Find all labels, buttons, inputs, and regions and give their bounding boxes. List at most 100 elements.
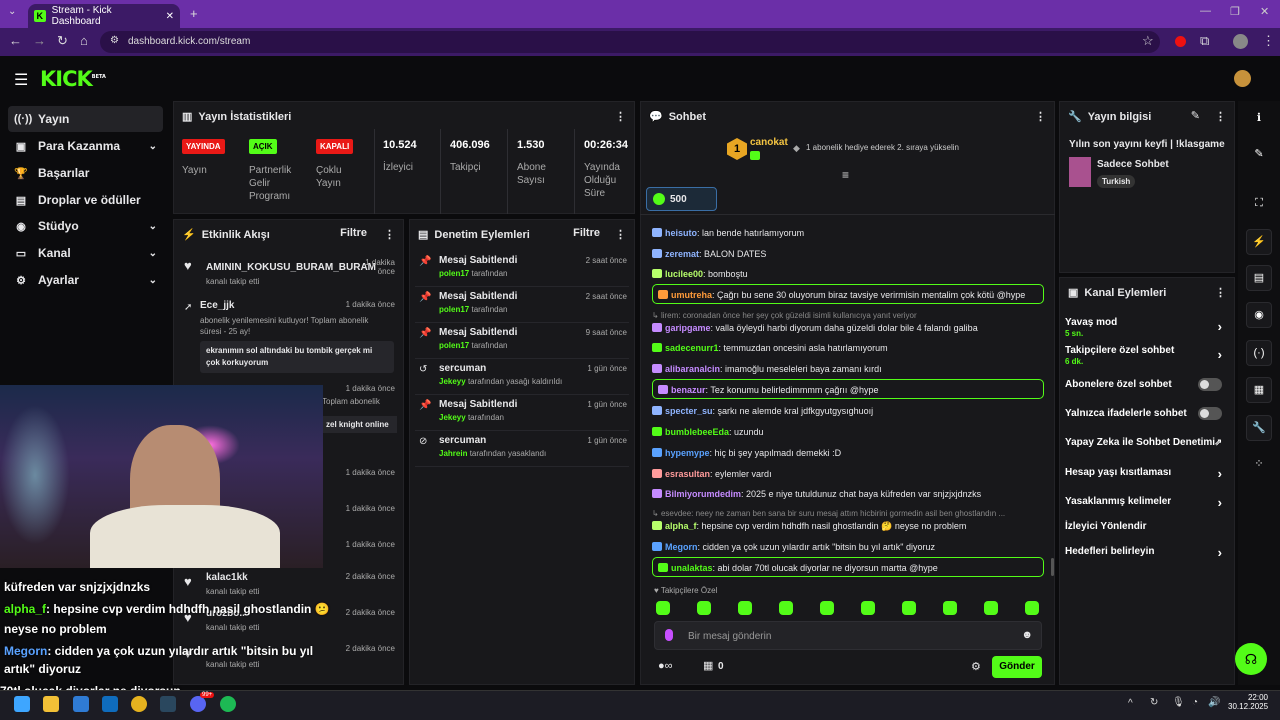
chat-username[interactable]: alpha_f <box>665 521 697 531</box>
chat-username[interactable]: sadecenurr1 <box>665 343 719 353</box>
bookmark-star-icon[interactable]: ☆ <box>1142 34 1154 48</box>
chat-username[interactable]: Megorn <box>665 542 698 552</box>
emote-icon[interactable] <box>820 601 834 615</box>
info-icon[interactable]: ℹ <box>1246 106 1272 132</box>
fullscreen-icon[interactable]: ⛶ <box>1246 191 1272 217</box>
expand-pinned-icon[interactable]: ≡ <box>842 168 849 182</box>
filter-button[interactable]: Filtre <box>340 227 367 239</box>
microphone-icon[interactable] <box>665 629 673 641</box>
channel-action-item[interactable]: Abonelere özel sohbet <box>1065 378 1230 391</box>
document-icon[interactable]: ▤ <box>1246 265 1272 291</box>
browser-tab[interactable]: K Stream - Kick Dashboard ✕ <box>28 4 180 28</box>
mod-user[interactable]: polen17 <box>439 305 469 314</box>
emote-icon[interactable] <box>861 601 875 615</box>
more-options-icon[interactable]: ⋮ <box>1215 286 1226 299</box>
edit-pencil-icon[interactable]: ✎ <box>1246 142 1272 168</box>
sync-icon[interactable]: ↻ <box>1150 697 1158 708</box>
emote-icon[interactable] <box>902 601 916 615</box>
chat-scrollbar[interactable] <box>1051 558 1054 576</box>
chat-username[interactable]: lucilee00 <box>665 269 703 279</box>
stream-category[interactable]: Sadece Sohbet <box>1097 159 1169 170</box>
category-thumbnail[interactable] <box>1069 157 1091 187</box>
volume-icon[interactable]: 🔊 <box>1208 697 1220 708</box>
more-options-icon[interactable]: ⋮ <box>384 228 395 241</box>
clock[interactable]: 22:00 30.12.2025 <box>1228 693 1268 711</box>
layout-icon[interactable]: ▦ <box>1246 377 1272 403</box>
channel-action-item[interactable]: Hesap yaşı kısıtlaması › <box>1065 466 1230 481</box>
emote-icon[interactable] <box>697 601 711 615</box>
tab-search-icon[interactable]: ⌄ <box>8 6 16 17</box>
toggle-switch[interactable] <box>1198 407 1222 420</box>
channel-action-item[interactable]: Yasaklanmış kelimeler › <box>1065 495 1230 510</box>
emote-icon[interactable] <box>943 601 957 615</box>
tray-chevron-icon[interactable]: ^ <box>1128 698 1133 709</box>
add-widget-icon[interactable]: ⁘ <box>1246 452 1272 478</box>
edit-pencil-icon[interactable]: ✎ <box>1191 109 1200 122</box>
filter-button[interactable]: Filtre <box>573 227 600 239</box>
wifi-icon[interactable]: ◔ <box>1192 697 1198 708</box>
emote-icon[interactable] <box>1025 601 1039 615</box>
minimize-icon[interactable]: — <box>1200 5 1211 17</box>
spotify-icon[interactable] <box>220 696 236 712</box>
more-options-icon[interactable]: ⋮ <box>615 228 626 241</box>
url-field[interactable]: dashboard.kick.com/stream <box>100 31 1160 53</box>
bolt-icon[interactable]: ⚡ <box>1246 229 1272 255</box>
chat-username[interactable]: alibaranalcin <box>665 364 720 374</box>
chat-username[interactable]: bumblebeeEda <box>665 427 729 437</box>
channel-action-item[interactable]: Takipçilere özel sohbet 6 dk. › <box>1065 345 1230 366</box>
channel-action-item[interactable]: Hedefleri belirleyin › <box>1065 545 1230 560</box>
steam-icon[interactable] <box>160 696 176 712</box>
chrome-icon[interactable] <box>131 696 147 712</box>
sidebar-item-basarilar[interactable]: 🏆 Başarılar <box>8 160 163 186</box>
back-icon[interactable]: ← <box>9 34 22 48</box>
sidebar-item-ayarlar[interactable]: ⚙ Ayarlar ⌄ <box>8 267 163 293</box>
profile-avatar[interactable] <box>1233 34 1248 49</box>
channel-action-item[interactable]: Yapay Zeka ile Sohbet Denetimi ⇗ <box>1065 437 1230 448</box>
kick-logo[interactable]: KICKBETA <box>40 67 106 91</box>
chat-settings-gear-icon[interactable]: ⚙ <box>971 660 981 673</box>
chat-username[interactable]: umutreha <box>671 290 712 300</box>
emote-icon[interactable] <box>984 601 998 615</box>
new-tab-icon[interactable]: + <box>190 6 198 21</box>
more-options-icon[interactable]: ⋮ <box>1035 110 1046 123</box>
chat-username[interactable]: benazur <box>671 385 706 395</box>
wrench-icon[interactable]: 🔧 <box>1246 415 1272 441</box>
chat-input[interactable]: Bir mesaj gönderin ☻ <box>654 621 1042 650</box>
chat-users-icon[interactable]: ●∞ <box>658 660 673 672</box>
channel-action-item[interactable]: Yavaş mod 5 sn. › <box>1065 317 1230 338</box>
sidebar-item-droplar[interactable]: ▤ Droplar ve ödüller <box>8 187 163 213</box>
support-headset-icon[interactable]: ☊ <box>1235 643 1267 675</box>
hamburger-menu-icon[interactable]: ☰ <box>14 70 28 90</box>
discord-icon[interactable] <box>190 696 206 712</box>
site-info-icon[interactable]: ⚙ <box>110 34 119 48</box>
reload-icon[interactable]: ↻ <box>57 34 68 48</box>
close-window-icon[interactable]: ✕ <box>1260 5 1269 18</box>
top-gifter-name[interactable]: canokat <box>750 137 788 148</box>
outlook-icon[interactable] <box>102 696 118 712</box>
mod-user[interactable]: Jahrein <box>439 449 467 458</box>
edge-icon[interactable] <box>73 696 89 712</box>
store-icon[interactable]: ▦ <box>703 659 713 672</box>
more-options-icon[interactable]: ⋮ <box>1215 110 1226 123</box>
sidebar-item-studyo[interactable]: ◉ Stüdyo ⌄ <box>8 213 163 239</box>
windows-start-icon[interactable] <box>14 696 30 712</box>
mod-user[interactable]: polen17 <box>439 269 469 278</box>
chat-username[interactable]: hypemype <box>665 448 710 458</box>
toggle-switch[interactable] <box>1198 378 1222 391</box>
more-options-icon[interactable]: ⋮ <box>615 110 626 123</box>
mod-user[interactable]: polen17 <box>439 341 469 350</box>
user-avatar[interactable] <box>1234 70 1251 87</box>
emoji-icon[interactable]: ☻ <box>1021 629 1033 641</box>
sidebar-item-kanal[interactable]: ▭ Kanal ⌄ <box>8 240 163 266</box>
chat-username[interactable]: specter_su <box>665 406 713 416</box>
emote-icon[interactable] <box>656 601 670 615</box>
close-tab-icon[interactable]: ✕ <box>166 11 174 22</box>
file-explorer-icon[interactable] <box>43 696 59 712</box>
home-icon[interactable]: ⌂ <box>80 34 88 48</box>
chat-username[interactable]: unalaktas <box>671 563 713 573</box>
emote-icon[interactable] <box>779 601 793 615</box>
chat-icon[interactable]: ◉ <box>1246 302 1272 328</box>
sidebar-item-yayin[interactable]: ((·)) Yayın <box>8 106 163 132</box>
broadcast-icon[interactable]: (·) <box>1246 340 1272 366</box>
browser-menu-icon[interactable]: ⋮ <box>1262 34 1275 48</box>
